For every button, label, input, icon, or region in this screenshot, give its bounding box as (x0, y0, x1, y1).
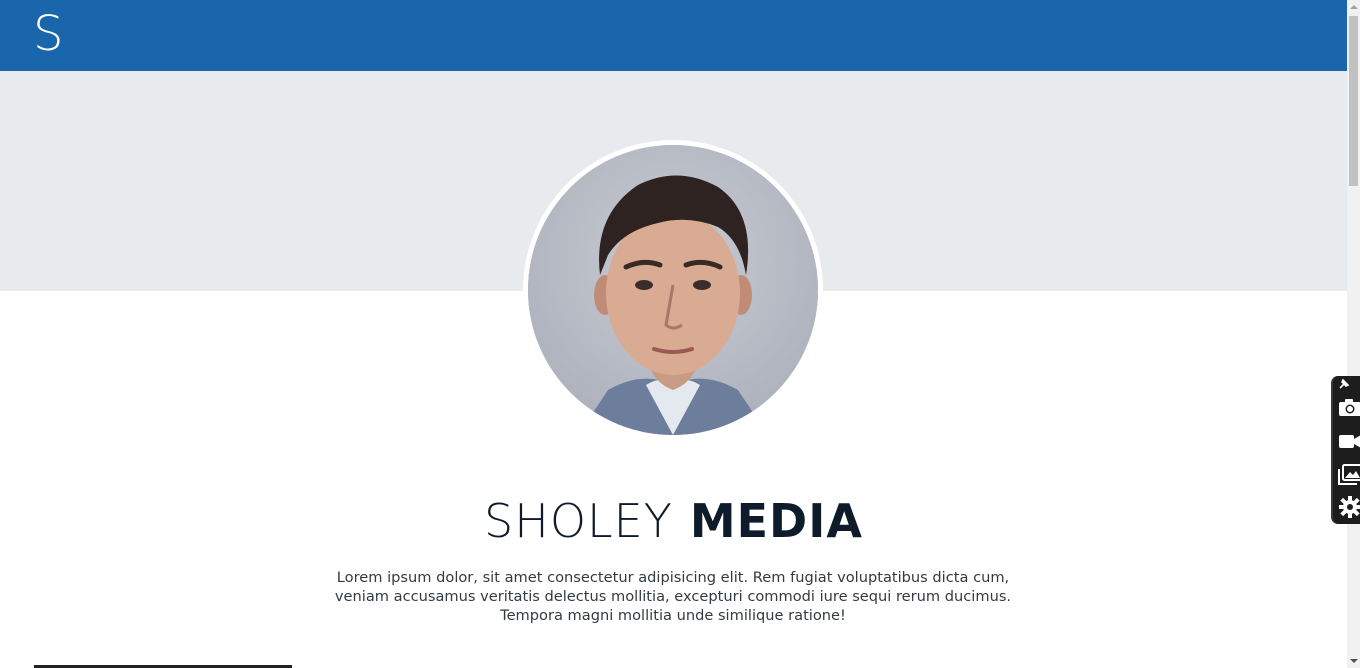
brand-logo[interactable]: S (33, 4, 63, 64)
pin-icon[interactable] (1337, 376, 1360, 392)
top-navbar: S (0, 0, 1347, 71)
intro-paragraph: Lorem ipsum dolor, sit amet consectetur … (334, 569, 1012, 624)
avatar-frame (523, 140, 823, 440)
scroll-up-arrow-icon[interactable] (1350, 5, 1358, 9)
capture-tool-panel (1331, 376, 1360, 524)
page: S SHOLEY MEDIA Lorem ipsum dolor, sit am… (0, 0, 1347, 668)
gallery-icon[interactable] (1337, 461, 1360, 487)
title-bold-part: MEDIA (689, 494, 863, 548)
gear-icon[interactable] (1337, 494, 1360, 520)
camera-icon[interactable] (1337, 394, 1360, 420)
profile-photo (528, 145, 818, 435)
scrollbar-thumb[interactable] (1349, 16, 1358, 186)
scroll-down-arrow-icon[interactable] (1350, 659, 1358, 663)
profile-avatar (528, 145, 818, 435)
video-camera-icon[interactable] (1337, 428, 1360, 454)
browser-viewport: S SHOLEY MEDIA Lorem ipsum dolor, sit am… (0, 0, 1360, 668)
page-title: SHOLEY MEDIA (0, 490, 1347, 552)
vertical-scrollbar[interactable] (1347, 0, 1360, 668)
title-light-part: SHOLEY (484, 494, 673, 548)
